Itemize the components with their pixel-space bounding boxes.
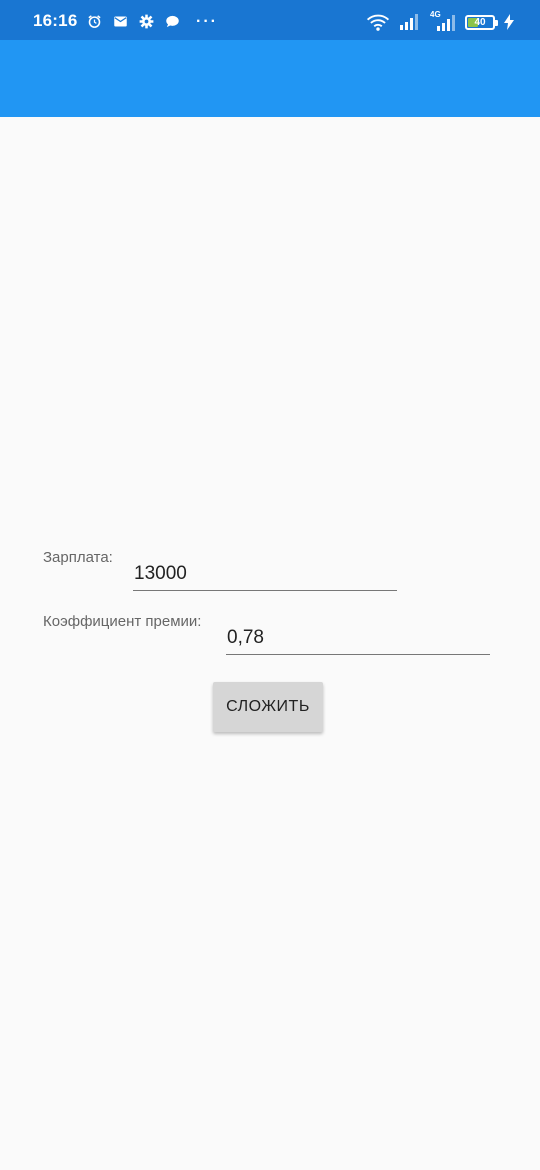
more-dots-icon: ··· xyxy=(196,12,218,30)
status-time: 16:16 xyxy=(33,11,78,30)
signal-icon xyxy=(399,14,419,30)
battery-tip xyxy=(495,19,498,26)
battery-icon: 40 xyxy=(465,14,498,30)
status-icons-right: 4G 40 xyxy=(366,10,514,31)
bonus-coefficient-label: Коэффициент премии: xyxy=(43,613,202,630)
status-bar: 16:16 ··· 4G 40 xyxy=(0,0,540,40)
wifi-icon xyxy=(366,14,390,31)
status-icons-left: ··· xyxy=(86,12,218,30)
alarm-icon xyxy=(86,14,103,29)
mail-icon xyxy=(112,14,129,29)
add-button[interactable]: СЛОЖИТЬ xyxy=(213,682,323,732)
salary-label: Зарплата: xyxy=(43,549,113,566)
chat-icon xyxy=(164,14,181,29)
settings-icon xyxy=(138,14,155,29)
charging-icon xyxy=(504,14,514,30)
bonus-coefficient-input[interactable] xyxy=(226,625,490,655)
battery-level: 40 xyxy=(474,16,486,28)
signal-4g-icon: 4G xyxy=(428,10,456,31)
salary-input[interactable] xyxy=(133,561,397,591)
app-bar xyxy=(0,40,540,117)
